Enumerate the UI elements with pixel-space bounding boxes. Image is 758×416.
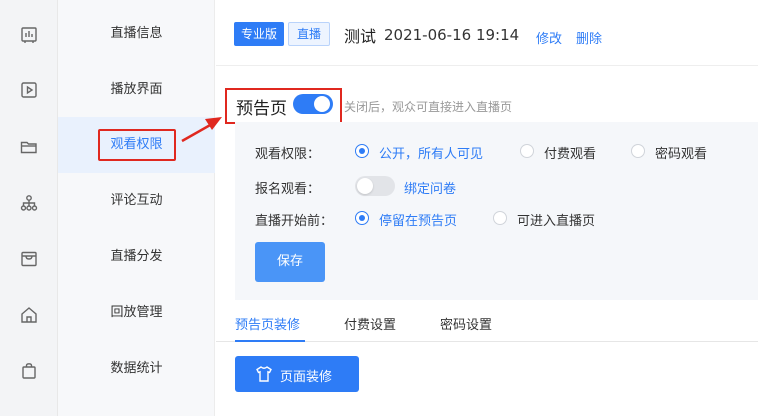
sidebar-item-replay[interactable]: 回放管理 — [58, 285, 215, 341]
edit-link[interactable]: 修改 — [536, 28, 562, 47]
home-icon[interactable] — [19, 305, 39, 325]
permission-label: 观看权限： — [255, 147, 321, 162]
bag-icon[interactable] — [19, 361, 39, 381]
radio-stay-preview-label[interactable]: 停留在预告页 — [379, 210, 457, 229]
preview-label: 预告页 — [236, 99, 287, 119]
signup-label: 报名观看： — [255, 182, 321, 197]
preview-hint: 关闭后，观众可直接进入直播页 — [344, 100, 513, 114]
tshirt-icon — [256, 366, 272, 382]
sidebar-item-statistics[interactable]: 数据统计 — [58, 341, 215, 397]
app-window: 直播信息 播放界面 观看权限 评论互动 直播分发 回放管理 数据统计 专业版 直… — [0, 0, 758, 416]
folder-icon[interactable] — [19, 137, 39, 157]
radio-password[interactable] — [631, 144, 645, 158]
delete-link[interactable]: 删除 — [576, 28, 602, 47]
radio-public-label[interactable]: 公开，所有人可见 — [379, 143, 483, 162]
radio-public[interactable] — [355, 144, 369, 158]
sidebar-item-player-ui[interactable]: 播放界面 — [58, 62, 215, 118]
store-icon[interactable] — [19, 249, 39, 269]
preview-toggle[interactable] — [293, 94, 333, 114]
sidebar-item-comments[interactable]: 评论互动 — [58, 173, 215, 229]
bind-questionnaire-link[interactable]: 绑定问卷 — [404, 178, 456, 197]
radio-paid-label[interactable]: 付费观看 — [544, 143, 596, 162]
before-start-label: 直播开始前： — [255, 214, 334, 229]
save-button[interactable]: 保存 — [255, 242, 325, 282]
sidebar-menu: 直播信息 播放界面 观看权限 评论互动 直播分发 回放管理 数据统计 — [58, 0, 215, 416]
icon-rail — [0, 0, 58, 416]
page-decorate-label: 页面装修 — [280, 370, 333, 385]
tab-paid-settings[interactable]: 付费设置 — [344, 314, 396, 333]
video-play-icon[interactable] — [19, 80, 39, 100]
signup-toggle[interactable] — [355, 176, 395, 196]
page-header: 专业版 直播 测试 2021-06-16 19:14 修改 删除 — [216, 0, 758, 66]
tab-password-settings[interactable]: 密码设置 — [440, 314, 492, 333]
sidebar-item-distribution[interactable]: 直播分发 — [58, 229, 215, 285]
radio-enter-live[interactable] — [493, 211, 507, 225]
preview-row: 预告页 关闭后，观众可直接进入直播页 — [216, 66, 758, 124]
hierarchy-icon[interactable] — [19, 193, 39, 213]
chart-icon[interactable] — [19, 25, 39, 45]
sidebar-item-view-permission[interactable]: 观看权限 — [58, 117, 215, 173]
highlight-box — [98, 129, 176, 161]
page-date: 2021-06-16 19:14 — [384, 26, 520, 44]
page-title: 测试 — [344, 27, 377, 46]
permission-settings-panel: 观看权限： 公开，所有人可见 付费观看 密码观看 报名观看： 绑定问卷 直播开始… — [235, 122, 758, 300]
radio-stay-preview[interactable] — [355, 211, 369, 225]
live-badge: 直播 — [288, 22, 331, 46]
page-decorate-button[interactable]: 页面装修 — [235, 356, 359, 392]
tab-preview-decorate[interactable]: 预告页装修 — [235, 314, 300, 333]
sidebar-item-live-info[interactable]: 直播信息 — [58, 6, 215, 62]
main-content: 专业版 直播 测试 2021-06-16 19:14 修改 删除 预告页 关闭后… — [216, 0, 758, 416]
active-tab-indicator — [235, 340, 305, 342]
tab-bar: 预告页装修 付费设置 密码设置 — [216, 300, 758, 342]
pro-badge: 专业版 — [234, 22, 285, 46]
radio-paid[interactable] — [520, 144, 534, 158]
radio-password-label[interactable]: 密码观看 — [655, 143, 707, 162]
radio-enter-live-label[interactable]: 可进入直播页 — [517, 210, 595, 229]
